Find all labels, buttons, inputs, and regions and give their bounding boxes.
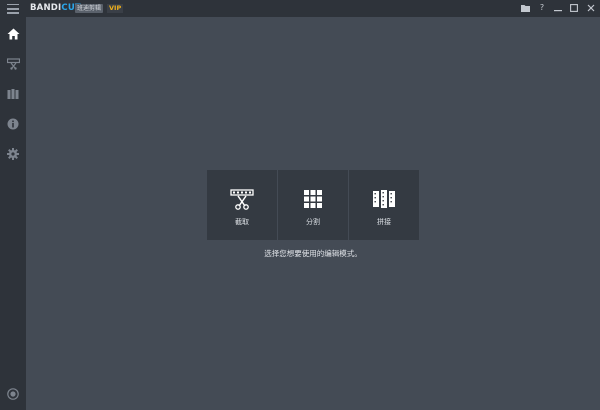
grid-split-icon (304, 190, 322, 208)
sidebar-item-cut[interactable] (0, 51, 26, 77)
sidebar-item-split[interactable] (0, 81, 26, 107)
trim-icon (230, 189, 254, 210)
title-bar: BANDICUT 班迪剪辑 VIP ? (0, 0, 600, 17)
sidebar-item-record[interactable] (0, 381, 26, 407)
subtitle-badge: 班迪剪辑 (75, 4, 104, 13)
app-logo: BANDICUT (30, 3, 81, 14)
mode-selector: 截取 分割 拼接 (207, 170, 419, 240)
mode-split-button[interactable]: 分割 (278, 170, 348, 240)
mode-trim-button[interactable]: 截取 (207, 170, 277, 240)
vip-badge[interactable]: VIP (107, 4, 124, 13)
folder-icon[interactable] (519, 2, 531, 14)
gear-icon (7, 148, 19, 160)
minimize-button[interactable] (552, 2, 564, 14)
mode-join-label: 拼接 (377, 218, 391, 226)
help-button[interactable]: ? (536, 2, 548, 14)
mode-join-button[interactable]: 拼接 (349, 170, 419, 240)
cut-icon (6, 58, 20, 70)
sidebar (0, 17, 26, 410)
sidebar-item-home[interactable] (0, 21, 26, 47)
logo-bandi: BANDI (30, 3, 62, 13)
menu-icon[interactable] (7, 4, 19, 14)
split-icon (7, 89, 19, 99)
mode-hint-text: 选择您想要使用的编辑模式。 (264, 249, 362, 258)
mode-trim-label: 截取 (235, 218, 249, 226)
home-icon (7, 28, 19, 40)
record-icon (7, 388, 19, 400)
close-button[interactable] (585, 2, 597, 14)
mode-split-label: 分割 (306, 218, 320, 226)
info-icon (7, 118, 19, 130)
join-icon (373, 190, 395, 208)
sidebar-item-settings[interactable] (0, 141, 26, 167)
maximize-button[interactable] (568, 2, 580, 14)
sidebar-item-info[interactable] (0, 111, 26, 137)
